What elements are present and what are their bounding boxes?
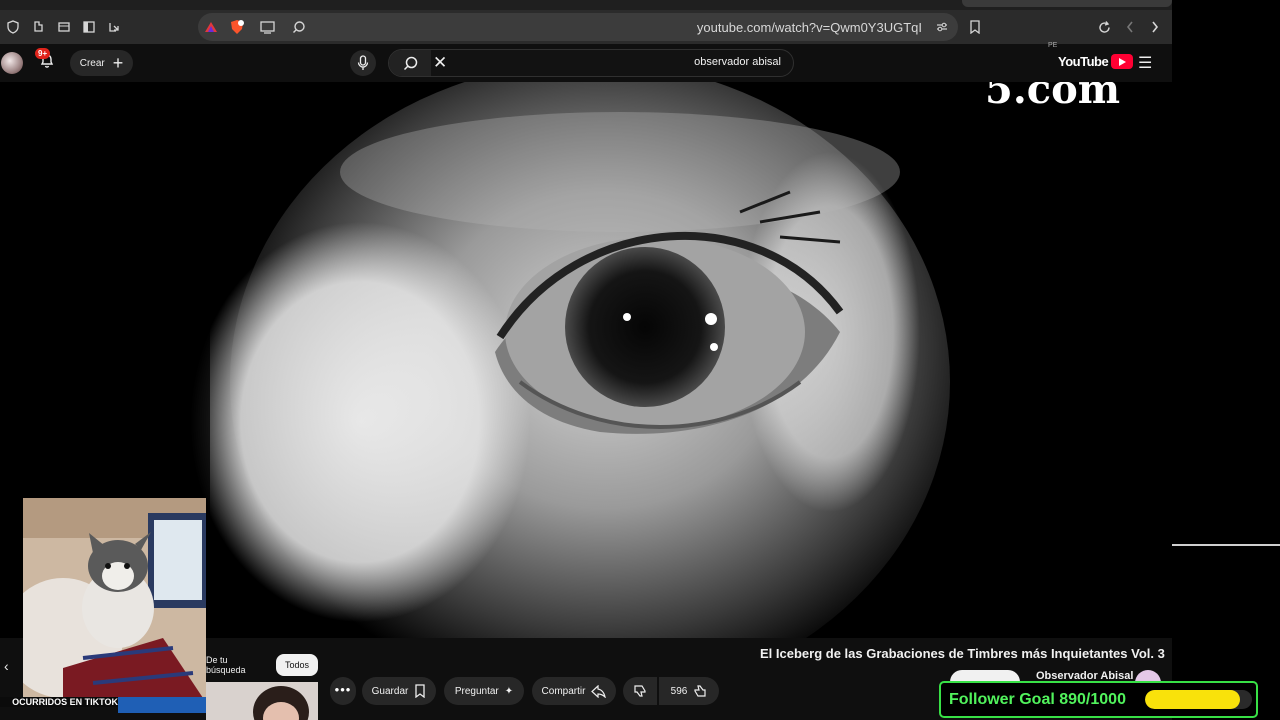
- tabs-icon[interactable]: [53, 16, 75, 38]
- reload-icon[interactable]: [1093, 16, 1115, 38]
- plus-icon: +: [112, 53, 124, 73]
- youtube-logo-text: YouTube: [1058, 54, 1109, 69]
- thumbs-down-icon: [634, 685, 646, 697]
- like-count: 596: [670, 685, 688, 697]
- address-bar[interactable]: youtube.com/watch?v=Qwm0Y3UGTqI: [198, 13, 958, 41]
- share-button[interactable]: Compartir: [532, 677, 616, 705]
- sparkle-icon: ✦: [504, 685, 514, 697]
- webcam-overlay: [23, 498, 206, 698]
- sidebar-icon[interactable]: [78, 16, 100, 38]
- ask-label: Preguntar: [454, 685, 499, 697]
- bookmark-icon: [415, 684, 425, 698]
- filter-chip-from-search[interactable]: De tu búsqueda: [206, 654, 266, 676]
- follower-goal-progress: [1145, 690, 1252, 709]
- youtube-logo[interactable]: YouTube: [1058, 54, 1134, 69]
- search-icon[interactable]: [288, 16, 310, 38]
- stream-side-divider: [1172, 544, 1280, 546]
- youtube-header: 9+ Crear + ✕ observador abisal YouTube P…: [0, 42, 1172, 82]
- menu-icon[interactable]: ☰: [1138, 53, 1152, 73]
- webcam-caption-bar: [118, 697, 206, 713]
- share-label: Compartir: [541, 685, 586, 697]
- like-button[interactable]: 596: [659, 677, 719, 705]
- save-button[interactable]: Guardar: [362, 677, 436, 705]
- shield-icon[interactable]: [2, 16, 24, 38]
- filter-chip-all[interactable]: Todos: [276, 654, 318, 676]
- chevron-left-icon[interactable]: ‹: [4, 658, 9, 674]
- avatar[interactable]: [1, 52, 23, 74]
- notification-badge: 9+: [35, 48, 51, 59]
- browser-toolbar: youtube.com/watch?v=Qwm0Y3UGTqI: [0, 10, 1172, 44]
- youtube-region-code: PE: [1048, 42, 1058, 49]
- video-watermark: 5.com: [985, 82, 1121, 113]
- back-icon[interactable]: [1119, 16, 1141, 38]
- site-settings-icon[interactable]: [931, 16, 953, 38]
- thumbs-up-icon: [694, 685, 706, 697]
- share-icon[interactable]: [103, 16, 125, 38]
- dislike-button[interactable]: [623, 677, 657, 705]
- webcam-caption: OCURRIDOS EN TIKTOK: [0, 697, 118, 707]
- extensions-icon[interactable]: [28, 16, 50, 38]
- search-button[interactable]: [389, 50, 431, 76]
- forward-icon[interactable]: [1144, 16, 1166, 38]
- search-input[interactable]: ✕ observador abisal: [388, 49, 794, 77]
- create-button[interactable]: Crear +: [70, 50, 133, 76]
- follower-goal-widget: Follower Goal 890/1000: [939, 681, 1258, 718]
- search-query[interactable]: observador abisal: [694, 56, 781, 68]
- bookmark-icon[interactable]: [964, 16, 986, 38]
- browser-active-tab[interactable]: [962, 0, 1172, 7]
- clear-search-icon[interactable]: ✕: [433, 53, 447, 73]
- cast-icon[interactable]: [256, 16, 278, 38]
- share-arrow-icon: [591, 684, 607, 698]
- related-video-thumbnail[interactable]: [206, 682, 318, 720]
- follower-goal-label: Follower Goal 890/1000: [949, 690, 1126, 708]
- video-title: El Iceberg de las Grabaciones de Timbres…: [760, 646, 1165, 661]
- create-label: Crear: [79, 57, 105, 69]
- screen: youtube.com/watch?v=Qwm0Y3UGTqI 9+ Crear…: [0, 0, 1280, 720]
- youtube-play-icon: [1111, 54, 1134, 69]
- webcam-kitten-image: [23, 498, 206, 698]
- ask-button[interactable]: Preguntar ✦: [444, 677, 524, 705]
- more-actions-button[interactable]: •••: [330, 677, 356, 705]
- follower-goal-progress-fill: [1145, 690, 1241, 709]
- microphone-icon[interactable]: [350, 50, 376, 76]
- url-text[interactable]: youtube.com/watch?v=Qwm0Y3UGTqI: [697, 20, 922, 35]
- brave-rewards-icon[interactable]: [200, 16, 222, 38]
- save-label: Guardar: [371, 685, 409, 697]
- brave-shields-icon[interactable]: [226, 16, 248, 38]
- stream-side-panel: [1172, 0, 1280, 720]
